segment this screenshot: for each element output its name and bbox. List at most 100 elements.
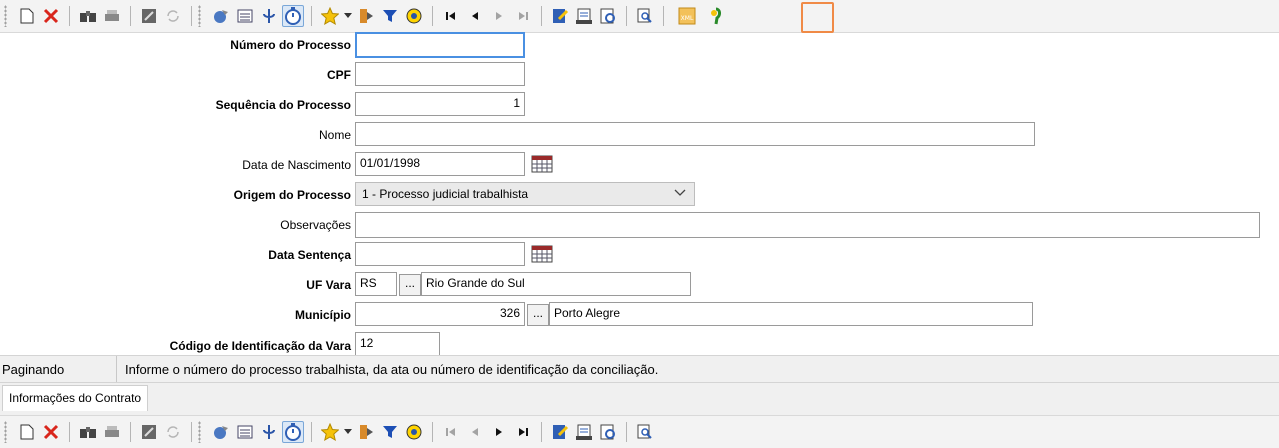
save-icon[interactable] [138,421,160,443]
preview-icon[interactable] [597,421,619,443]
uf-vara-code-input[interactable]: RS [355,272,397,296]
xml-icon[interactable]: XML [676,5,698,27]
uf-vara-lookup-button[interactable]: ... [399,274,421,296]
municipio-lookup-button[interactable]: ... [527,304,549,326]
calendar-icon[interactable] [531,155,553,173]
next-icon[interactable] [488,421,510,443]
delete-icon[interactable] [40,421,62,443]
observacoes-input[interactable] [355,212,1260,238]
filter-icon[interactable] [379,421,401,443]
dropdown-arrow-icon[interactable] [343,421,353,443]
toolbar-grip[interactable] [4,5,7,27]
print-icon[interactable] [101,421,123,443]
new-icon[interactable] [16,421,38,443]
label-uf-vara: UF Vara [306,278,351,292]
label-sequencia: Sequência do Processo [215,98,351,112]
toolbar-separator [626,6,627,26]
filter-icon[interactable] [379,5,401,27]
refresh-icon[interactable] [162,5,184,27]
toolbar-separator [541,6,542,26]
toolbar-separator [311,6,312,26]
report-icon[interactable] [573,421,595,443]
edit-icon[interactable] [549,5,571,27]
list-icon[interactable] [234,5,256,27]
municipio-code-input[interactable]: 326 [355,302,525,326]
xml-icon-label: XML [681,15,694,22]
dropdown-arrow-icon[interactable] [343,5,353,27]
zoom-icon[interactable] [634,421,656,443]
toolbar-separator [191,422,192,442]
toolbar-separator [130,422,131,442]
chevron-down-icon [674,189,686,196]
last-icon[interactable] [512,5,534,27]
delete-icon[interactable] [40,5,62,27]
toolbar-separator [69,6,70,26]
help-icon[interactable] [403,5,425,27]
detail-toolbar [0,415,1279,448]
edit-icon[interactable] [549,421,571,443]
tree-icon[interactable] [705,5,727,27]
label-numero-processo: Número do Processo [230,38,351,52]
label-data-nascimento: Data de Nascimento [242,158,351,172]
info-icon[interactable] [258,5,280,27]
export-icon[interactable] [355,421,377,443]
assistant-icon[interactable] [210,5,232,27]
find-icon[interactable] [77,421,99,443]
zoom-icon[interactable] [634,5,656,27]
toolbar-separator [541,422,542,442]
origem-select[interactable]: 1 - Processo judicial trabalhista [355,182,695,206]
prev-icon[interactable] [464,421,486,443]
label-nome: Nome [318,128,351,142]
help-icon[interactable] [403,421,425,443]
toolbar-separator [191,6,192,26]
list-icon[interactable] [234,421,256,443]
toolbar-grip[interactable] [198,5,201,27]
codigo-vara-input[interactable]: 12 [355,332,440,356]
favorites-icon[interactable] [319,421,341,443]
prev-icon[interactable] [464,5,486,27]
first-icon[interactable] [440,421,462,443]
tab-strip: Informações do Contrato [0,383,1279,415]
nome-input[interactable] [355,122,1035,146]
toolbar-separator [432,422,433,442]
label-cpf: CPF [327,68,351,82]
toolbar-separator [130,6,131,26]
first-icon[interactable] [440,5,462,27]
find-icon[interactable] [77,5,99,27]
info-icon[interactable] [258,421,280,443]
toolbar-separator [311,422,312,442]
preview-icon[interactable] [597,5,619,27]
timer-icon[interactable] [282,421,304,443]
timer-icon[interactable] [282,5,304,27]
refresh-icon[interactable] [162,421,184,443]
favorites-icon[interactable] [319,5,341,27]
label-origem: Origem do Processo [233,188,351,202]
print-icon[interactable] [101,5,123,27]
process-form: Número do Processo CPF Sequência do Proc… [0,32,1279,356]
label-codigo-vara: Código de Identificação da Vara [169,339,351,353]
toolbar-separator [663,6,664,26]
toolbar-grip[interactable] [198,421,201,443]
save-icon[interactable] [138,5,160,27]
new-icon[interactable] [16,5,38,27]
origem-select-value: 1 - Processo judicial trabalhista [362,187,529,201]
toolbar-separator [432,6,433,26]
last-icon[interactable] [512,421,534,443]
status-mode: Paginando [0,356,117,382]
label-data-sentenca: Data Sentença [268,248,351,262]
data-sentenca-input[interactable] [355,242,525,266]
label-municipio: Município [295,308,351,322]
toolbar-separator [626,422,627,442]
numero-processo-input[interactable] [355,32,525,58]
main-toolbar: XML [0,0,1279,33]
calendar-icon[interactable] [531,245,553,263]
next-icon[interactable] [488,5,510,27]
report-icon[interactable] [573,5,595,27]
sequencia-input[interactable]: 1 [355,92,525,116]
toolbar-grip[interactable] [4,421,7,443]
data-nascimento-input[interactable]: 01/01/1998 [355,152,525,176]
cpf-input[interactable] [355,62,525,86]
tab-informacoes-contrato[interactable]: Informações do Contrato [2,385,149,411]
assistant-icon[interactable] [210,421,232,443]
export-icon[interactable] [355,5,377,27]
